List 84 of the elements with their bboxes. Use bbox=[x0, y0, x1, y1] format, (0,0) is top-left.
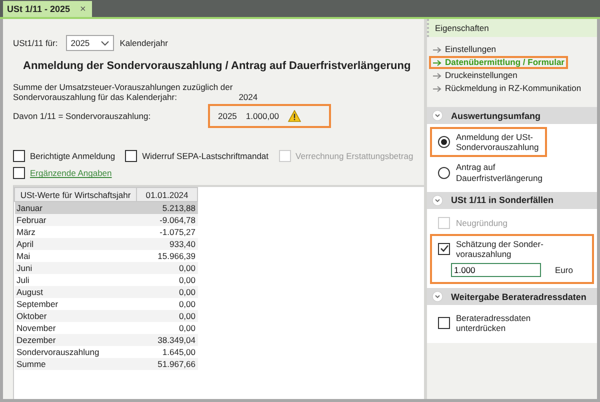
column-header[interactable]: 01.01.2024 bbox=[136, 188, 198, 202]
month-cell: August bbox=[14, 286, 136, 298]
month-cell: September bbox=[14, 298, 136, 310]
checkbox-option[interactable]: Schätzung der Sonder- vorauszahlung bbox=[438, 238, 586, 260]
collapse-icon[interactable] bbox=[432, 110, 443, 121]
navigation-link[interactable]: Einstellungen bbox=[429, 43, 500, 56]
panel-title: Eigenschaften bbox=[427, 19, 597, 37]
document-tab[interactable]: USt 1/11 - 2025 × bbox=[3, 1, 92, 17]
value-cell: 51.967,66 bbox=[136, 358, 198, 370]
radio-button[interactable] bbox=[438, 136, 450, 148]
radio-button[interactable] bbox=[438, 166, 450, 179]
month-cell: Oktober bbox=[14, 310, 136, 322]
arrow-right-icon bbox=[433, 46, 442, 52]
sum-label: Summe der Umsatzsteuer-Vorauszahlungen zuzüglich der Sondervorauszahlung für das Kalenderjahr: bbox=[13, 82, 233, 102]
radio-label: Antrag auf Dauerfristverlängerung bbox=[456, 162, 542, 183]
share-year: 2025 bbox=[218, 111, 237, 122]
value-cell: 0,00 bbox=[136, 310, 198, 322]
table-row[interactable]: April 933,40 bbox=[14, 238, 198, 250]
table-row[interactable]: August 0,00 bbox=[14, 286, 198, 298]
value-cell: 0,00 bbox=[136, 262, 198, 274]
month-cell: April bbox=[14, 238, 136, 250]
share-amount: 1.000,00 bbox=[246, 111, 280, 122]
amount-field[interactable]: 1.000 bbox=[451, 263, 541, 278]
value-cell: 0,00 bbox=[136, 286, 198, 298]
arrow-right-icon bbox=[433, 60, 442, 66]
table-row[interactable]: November 0,00 bbox=[14, 322, 198, 334]
month-cell: Summe bbox=[14, 358, 136, 370]
table-row[interactable]: Januar 5.213,88 bbox=[14, 202, 198, 214]
table-row[interactable]: März -1.075,27 bbox=[14, 226, 198, 238]
year-label: USt1/11 für: bbox=[13, 38, 58, 48]
value-cell: 38.349,04 bbox=[136, 334, 198, 346]
month-cell: Juli bbox=[14, 274, 136, 286]
value-cell: 0,00 bbox=[136, 298, 198, 310]
table-row[interactable]: Juli 0,00 bbox=[14, 274, 198, 286]
collapse-icon[interactable] bbox=[432, 291, 443, 302]
checkbox-option[interactable]: Widerruf SEPA-Lastschriftmandat bbox=[125, 150, 269, 162]
checkbox[interactable] bbox=[13, 167, 25, 180]
sum-year: 2024 bbox=[238, 92, 258, 102]
column-header[interactable]: USt-Werte für Wirtschaftsjahr bbox=[14, 188, 136, 202]
table-row[interactable]: Summe 51.967,66 bbox=[14, 358, 198, 370]
form-heading: Anmeldung der Sondervorauszahlung / Antrag auf Dauerfristverlängerung bbox=[23, 60, 412, 72]
table-row[interactable]: Dezember 38.349,04 bbox=[14, 334, 198, 346]
section-header[interactable]: Auswertungsumfang bbox=[427, 107, 597, 124]
month-cell: Januar bbox=[14, 202, 136, 214]
section-header[interactable]: Weitergabe Berateradressdaten bbox=[427, 288, 597, 306]
share-label: Davon 1/11 = Sondervorauszahlung: bbox=[13, 111, 152, 122]
month-cell: Februar bbox=[14, 214, 136, 226]
table-row[interactable]: Sondervorauszahlung 1.645,00 bbox=[14, 346, 198, 358]
value-cell: 0,00 bbox=[136, 274, 198, 286]
value-cell: -9.064,78 bbox=[136, 214, 198, 226]
collapse-icon[interactable] bbox=[432, 194, 443, 206]
section-header[interactable]: USt 1/11 in Sonderfällen bbox=[427, 192, 597, 209]
navigation-link[interactable]: Druckeinstellungen bbox=[429, 69, 522, 82]
year-dropdown[interactable]: 2025 bbox=[66, 35, 114, 51]
unit-label: Euro bbox=[555, 265, 573, 276]
radio-label: Anmeldung der USt- Sondervorauszahlung bbox=[456, 132, 539, 152]
value-cell: 5.213,88 bbox=[136, 202, 198, 214]
checkmark-icon bbox=[440, 244, 448, 254]
checkbox-option[interactable]: Berateradressdaten unterdrücken bbox=[438, 313, 531, 334]
value-cell: 1.645,00 bbox=[136, 346, 198, 358]
navigation-link[interactable]: Rückmeldung in RZ-Kommunikation bbox=[429, 82, 586, 95]
value-cell: 15.966,39 bbox=[136, 250, 198, 262]
table-row[interactable]: Mai 15.966,39 bbox=[14, 250, 198, 262]
tab-label: USt 1/11 - 2025 bbox=[7, 4, 70, 14]
month-cell: März bbox=[14, 226, 136, 238]
month-cell: Dezember bbox=[14, 334, 136, 346]
month-cell: Sondervorauszahlung bbox=[14, 346, 136, 358]
arrow-right-icon bbox=[433, 72, 442, 78]
additional-info-link[interactable]: Ergänzende Angaben bbox=[30, 168, 112, 178]
year-unit: Kalenderjahr bbox=[120, 38, 168, 48]
value-cell: -1.075,27 bbox=[136, 226, 198, 238]
month-cell: November bbox=[14, 322, 136, 334]
chevron-down-icon bbox=[100, 40, 109, 46]
month-cell: Juni bbox=[14, 262, 136, 274]
close-button[interactable]: × bbox=[80, 4, 86, 14]
value-cell: 933,40 bbox=[136, 238, 198, 250]
table-row[interactable]: Februar -9.064,78 bbox=[14, 214, 198, 226]
table-row[interactable]: Oktober 0,00 bbox=[14, 310, 198, 322]
month-cell: Mai bbox=[14, 250, 136, 262]
table-row[interactable]: Juni 0,00 bbox=[14, 262, 198, 274]
checkbox-option[interactable]: Berichtigte Anmeldung bbox=[13, 150, 116, 162]
table-row[interactable]: September 0,00 bbox=[14, 298, 198, 310]
arrow-right-icon bbox=[433, 86, 442, 92]
value-cell: 0,00 bbox=[136, 322, 198, 334]
